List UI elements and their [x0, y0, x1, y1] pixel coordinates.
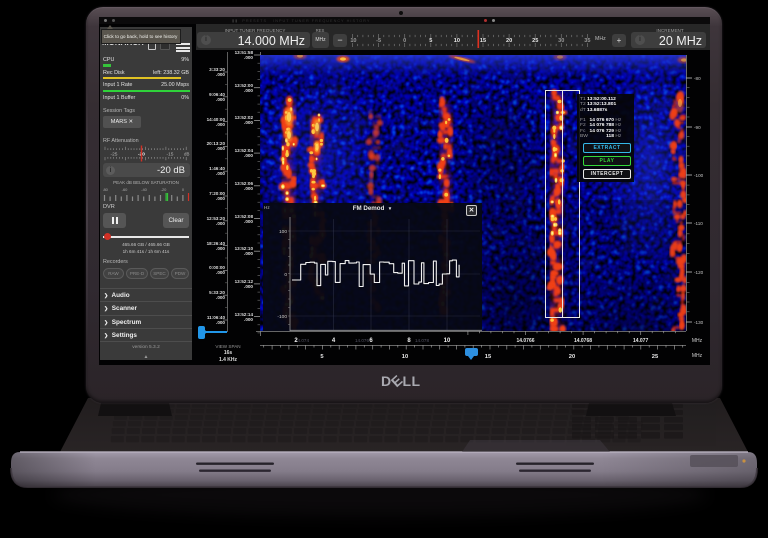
svg-text:MHz: MHz — [692, 353, 703, 359]
svg-text:L: L — [403, 373, 412, 389]
svg-text:6: 6 — [369, 338, 373, 344]
svg-text:100: 100 — [279, 229, 287, 235]
svg-text:0: 0 — [403, 38, 406, 44]
svg-text:-25: -25 — [111, 152, 118, 158]
svg-text:-10: -10 — [350, 38, 357, 44]
svg-text:5: 5 — [429, 38, 432, 44]
svg-text:14.078: 14.078 — [415, 338, 429, 343]
svg-text:14.0766: 14.0766 — [516, 338, 534, 344]
svg-text:MHz: MHz — [692, 338, 703, 344]
svg-text:dB: dB — [184, 152, 189, 157]
svg-text:0: 0 — [182, 187, 185, 192]
svg-text:8: 8 — [407, 338, 411, 344]
svg-text:15: 15 — [480, 38, 486, 44]
svg-text:-20: -20 — [161, 187, 168, 192]
svg-text:25: 25 — [532, 38, 538, 44]
svg-text:-5: -5 — [376, 38, 381, 44]
svg-text:-130: -130 — [694, 320, 704, 325]
svg-text:-60: -60 — [122, 187, 129, 192]
svg-text:30: 30 — [558, 38, 564, 44]
svg-text:0: 0 — [284, 272, 287, 278]
svg-text:5: 5 — [320, 354, 324, 360]
svg-text:20: 20 — [569, 354, 575, 360]
svg-text:4: 4 — [332, 338, 336, 344]
svg-text:-80: -80 — [694, 76, 701, 81]
svg-text:-120: -120 — [694, 270, 704, 275]
svg-text:-15: -15 — [167, 152, 174, 158]
svg-text:15: 15 — [485, 354, 492, 360]
svg-text:10: 10 — [444, 338, 451, 344]
svg-text:25: 25 — [652, 354, 659, 360]
svg-text:10: 10 — [454, 38, 460, 44]
svg-text:35: 35 — [584, 38, 590, 44]
svg-text:-100: -100 — [694, 173, 704, 178]
svg-text:20: 20 — [506, 38, 512, 44]
svg-text:-40: -40 — [141, 187, 148, 192]
svg-text:-110: -110 — [694, 221, 703, 226]
svg-text:10: 10 — [402, 354, 408, 360]
svg-text:14.0768: 14.0768 — [574, 338, 592, 344]
svg-text:14.076: 14.076 — [355, 338, 369, 343]
svg-text:L: L — [412, 373, 421, 389]
svg-text:-90: -90 — [694, 125, 701, 130]
svg-text:-100: -100 — [277, 314, 287, 320]
svg-text:-80: -80 — [103, 187, 109, 192]
svg-text:14.077: 14.077 — [633, 338, 649, 344]
